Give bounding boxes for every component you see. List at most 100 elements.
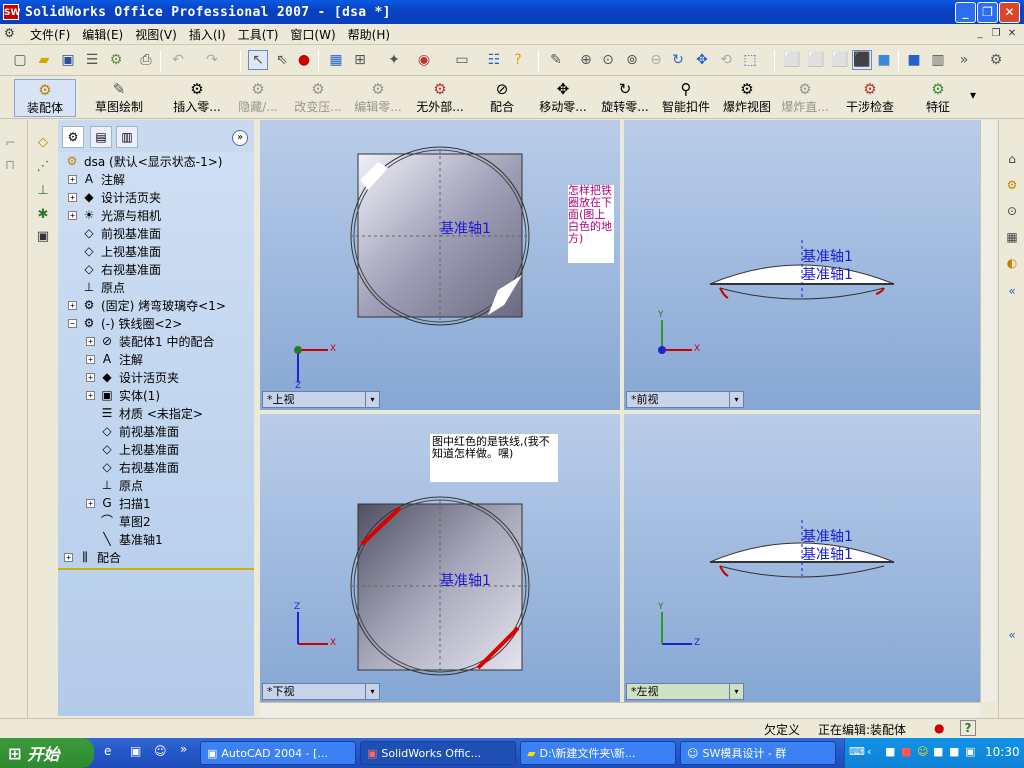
settings-icon[interactable]: ⚙ <box>986 50 1006 70</box>
menu-edit[interactable]: 编辑(E) <box>76 26 129 43</box>
traffic-light-icon[interactable]: ● <box>294 50 314 70</box>
view-palette-icon[interactable]: ▦ <box>1003 228 1021 246</box>
rebuild-icon[interactable]: ✦ <box>384 50 404 70</box>
print-preview-icon[interactable]: ☰ <box>82 50 102 70</box>
tree-expander-icon[interactable]: + <box>64 552 73 562</box>
tree-expander-icon[interactable]: + <box>86 498 95 508</box>
tree-child-node[interactable]: ◇ 右视基准面 <box>86 458 179 476</box>
menu-help[interactable]: 帮助(H) <box>342 26 396 43</box>
tree-child-node[interactable]: + A 注解 <box>86 350 143 368</box>
tree-child-node[interactable]: ⊥ 原点 <box>86 476 143 494</box>
menu-insert[interactable]: 插入(I) <box>183 26 232 43</box>
point-icon[interactable]: ✱ <box>34 206 52 224</box>
task-autocad[interactable]: ▣ AutoCAD 2004 - [... <box>200 741 356 765</box>
tree-child-node[interactable]: ☰ 材质 <未指定> <box>86 404 203 422</box>
expand-panel-icon[interactable]: » <box>232 130 248 146</box>
features-button[interactable]: ⚙ 特征 <box>916 79 960 117</box>
coordinate-system-icon[interactable]: ⊥ <box>34 182 52 200</box>
tree-expander-icon[interactable]: + <box>86 390 95 400</box>
tree-expander-icon[interactable]: + <box>86 336 95 346</box>
viewport-front-label[interactable]: *前视 ▾ <box>626 391 744 408</box>
hide-show-button[interactable]: ⚙ 隐藏/... <box>230 79 286 117</box>
hidden-lines-visible-icon[interactable]: ⬜ <box>806 50 826 70</box>
toolbar-overflow-icon[interactable]: » <box>954 50 974 70</box>
tray-keyboard-icon[interactable]: ⌨ <box>849 745 865 758</box>
tray-app-4-icon[interactable]: ■ <box>949 745 959 758</box>
tree-child-node[interactable]: ◇ 前视基准面 <box>86 422 179 440</box>
exploded-view-button[interactable]: ⚙ 爆炸视图 <box>720 79 774 117</box>
save-icon[interactable]: ▣ <box>58 50 78 70</box>
tree-expander-icon[interactable]: + <box>86 354 95 364</box>
print-icon[interactable]: ⎙ <box>136 50 156 70</box>
select-filter-icon[interactable]: ⇖ <box>272 50 292 70</box>
cm-group-assembly[interactable]: ⚙ 装配体 <box>14 79 76 117</box>
pan-icon[interactable]: ✥ <box>692 50 712 70</box>
shaded-icon[interactable]: ■ <box>874 50 894 70</box>
doc-close-button[interactable]: ✕ <box>1004 28 1020 42</box>
open-icon[interactable]: ▰ <box>34 50 54 70</box>
centerline-icon[interactable]: ⋰ <box>34 158 52 176</box>
horizontal-scrollbar[interactable] <box>260 702 980 718</box>
menu-view[interactable]: 视图(V) <box>129 26 183 43</box>
configuration-manager-tab[interactable]: ▥ <box>116 126 138 148</box>
select-icon[interactable]: ↖ <box>248 50 268 70</box>
minimize-button[interactable]: _ <box>955 2 976 23</box>
change-suppression-button[interactable]: ⚙ 改变压... <box>290 79 346 117</box>
viewport-top[interactable]: 基准轴1 X Z 怎样把铁圈放在下面(图上白色的地方) *上视 ▾ <box>260 120 620 410</box>
menu-tools[interactable]: 工具(T) <box>232 26 285 43</box>
measure-icon[interactable]: ✎ <box>546 50 566 70</box>
snap-icon[interactable]: ⊞ <box>350 50 370 70</box>
zoom-area-icon[interactable]: ⊙ <box>598 50 618 70</box>
smart-dimension-icon[interactable]: ◇ <box>34 134 52 152</box>
appearance-icon[interactable]: ◉ <box>414 50 434 70</box>
tree-node[interactable]: + ◆ 设计活页夹 <box>68 188 161 206</box>
edit-component-button[interactable]: ⚙ 编辑零... <box>350 79 406 117</box>
display-pane-icon[interactable]: ▭ <box>452 50 472 70</box>
rollback-bar[interactable] <box>58 568 254 570</box>
menu-file[interactable]: 文件(F) <box>24 26 76 43</box>
properties-icon[interactable]: ☷ <box>484 50 504 70</box>
collapse-pane-icon[interactable]: « <box>1003 282 1021 300</box>
tree-expander-icon[interactable]: + <box>86 372 95 382</box>
doc-minimize-button[interactable]: _ <box>972 28 988 42</box>
zoom-in-out-icon[interactable]: ⊚ <box>622 50 642 70</box>
no-external-refs-button[interactable]: ⚙ 无外部... <box>412 79 468 117</box>
viewport-top-label[interactable]: *上视 ▾ <box>262 391 380 408</box>
tree-child-node[interactable]: ╲ 基准轴1 <box>86 530 162 548</box>
rotate-component-button[interactable]: ↻ 旋转零... <box>596 79 654 117</box>
insert-component-button[interactable]: ⚙ 插入零... <box>168 79 226 117</box>
options-icon[interactable]: ⚙ <box>106 50 126 70</box>
wireframe-icon[interactable]: ⬜ <box>782 50 802 70</box>
help-status-icon[interactable]: ? <box>960 720 976 736</box>
tree-node[interactable]: ◇ 前视基准面 <box>68 224 161 242</box>
tree-child-node[interactable]: + G 扫描1 <box>86 494 151 512</box>
document-icon[interactable]: ⚙ <box>4 26 20 42</box>
rebuild-status-icon[interactable]: ● <box>934 721 944 735</box>
move-component-button[interactable]: ✥ 移动零... <box>534 79 592 117</box>
zoom-selection-icon[interactable]: ⊖ <box>646 50 666 70</box>
undo-icon[interactable]: ↶ <box>168 50 188 70</box>
quicklaunch-ie-icon[interactable]: e <box>104 744 111 758</box>
standard-views-icon[interactable]: ⬚ <box>740 50 760 70</box>
tree-child-node[interactable]: ◇ 上视基准面 <box>86 440 179 458</box>
tree-node-mates[interactable]: + ⫼ 配合 <box>64 548 121 566</box>
tree-expander-icon[interactable]: − <box>68 318 77 328</box>
view-dropdown-icon[interactable]: ▾ <box>729 392 743 407</box>
view-dropdown-icon[interactable]: ▾ <box>729 684 743 699</box>
quicklaunch-sw-icon[interactable]: ▣ <box>130 744 141 758</box>
tree-node[interactable]: ⊥ 原点 <box>68 278 125 296</box>
zoom-fit-icon[interactable]: ⊕ <box>576 50 596 70</box>
tree-root[interactable]: ⚙ dsa (默认<显示状态-1>) <box>64 152 223 170</box>
tree-child-node[interactable]: + ▣ 实体(1) <box>86 386 160 404</box>
roll-icon[interactable]: ⟲ <box>716 50 736 70</box>
tree-child-node[interactable]: ⌒ 草图2 <box>86 512 151 530</box>
task-explorer[interactable]: ▰ D:\新建文件夹\新... <box>520 741 676 765</box>
tree-expander-icon[interactable]: + <box>68 300 77 310</box>
collapse-pane-icon-2[interactable]: « <box>1003 626 1021 644</box>
new-icon[interactable]: ▢ <box>10 50 30 70</box>
view-dropdown-icon[interactable]: ▾ <box>365 684 379 699</box>
viewport-left-label[interactable]: *左视 ▾ <box>626 683 744 700</box>
tray-app-1-icon[interactable]: ■ <box>885 745 895 758</box>
design-library-icon[interactable]: ⚙ <box>1003 176 1021 194</box>
task-qq-group[interactable]: ☺ SW模具设计 - 群 <box>680 741 836 765</box>
